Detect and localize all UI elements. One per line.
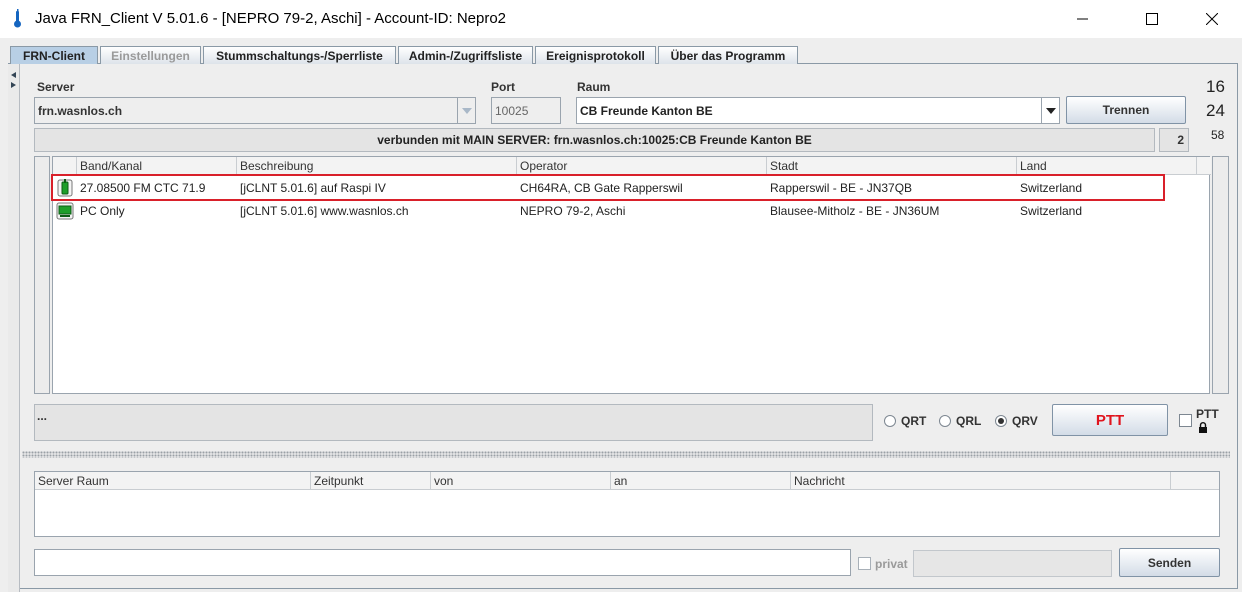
close-icon	[1206, 13, 1218, 25]
radio-qrv-circle[interactable]	[995, 415, 1007, 427]
counter-middle: 24	[1206, 101, 1225, 120]
private-recipient-field[interactable]	[913, 550, 1112, 577]
column-header-server-room[interactable]: Server Raum	[35, 472, 311, 490]
column-header-to[interactable]: an	[611, 472, 791, 490]
radio-qrv[interactable]: QRV	[995, 414, 1038, 428]
pc-client-icon	[56, 202, 74, 220]
operator-cell: NEPRO 79-2, Aschi	[520, 204, 626, 218]
port-value: 10025	[495, 103, 529, 118]
column-header-city[interactable]: Stadt	[767, 157, 1017, 175]
column-header-band[interactable]: Band/Kanal	[77, 157, 237, 175]
radio-selected-dot	[998, 418, 1004, 424]
minimize-button[interactable]	[1060, 0, 1106, 38]
disconnect-label: Trennen	[1102, 103, 1150, 117]
room-value: CB Freunde Kanton BE	[580, 103, 713, 118]
city-cell: Rapperswil - BE - JN37QB	[770, 181, 913, 195]
maximize-icon	[1146, 13, 1158, 25]
description-cell: [jCLNT 5.01.6] auf Raspi IV	[240, 181, 386, 195]
server-label: Server	[37, 80, 75, 94]
status-box-text: ...	[37, 409, 48, 423]
expand-arrows-icon	[11, 72, 16, 88]
radio-qrt-circle[interactable]	[884, 415, 896, 427]
radio-qrl[interactable]: QRL	[939, 414, 981, 428]
tab-label: Über das Programm	[670, 48, 786, 63]
port-field[interactable]: 10025	[491, 97, 561, 124]
window-title: Java FRN_Client V 5.01.6 - [NEPRO 79-2, …	[35, 10, 507, 27]
lock-icon	[1198, 422, 1208, 433]
tab-stummschaltungs-sperrliste[interactable]: Stummschaltungs-/Sperrliste	[203, 46, 396, 64]
port-label: Port	[491, 80, 515, 94]
column-header-time[interactable]: Zeitpunkt	[311, 472, 431, 490]
disconnect-button[interactable]: Trennen	[1066, 96, 1186, 124]
ptt-lock-label: PTT	[1196, 407, 1219, 421]
country-cell: Switzerland	[1020, 181, 1083, 195]
radio-qrl-label: QRL	[956, 414, 982, 428]
table-row[interactable]: 27.08500 FM CTC 71.9 [jCLNT 5.01.6] auf …	[53, 177, 1197, 199]
tab-label: Stummschaltungs-/Sperrliste	[216, 48, 383, 63]
band-cell: PC Only	[80, 204, 125, 218]
room-dropdown-button[interactable]	[1041, 98, 1059, 123]
connection-status: verbunden mit MAIN SERVER: frn.wasnlos.c…	[34, 128, 1155, 152]
icon-column-header	[53, 157, 77, 175]
column-header-filler	[1171, 472, 1219, 490]
maximize-button[interactable]	[1129, 0, 1175, 38]
private-checkbox[interactable]	[858, 557, 871, 570]
table-left-gutter	[34, 156, 50, 394]
split-handle[interactable]	[8, 64, 20, 592]
table-row[interactable]: PC Only [jCLNT 5.01.6] www.wasnlos.ch NE…	[53, 200, 1197, 222]
messages-table: Server Raum Zeitpunkt von an Nachricht	[34, 471, 1220, 537]
minimize-icon	[1077, 18, 1088, 20]
chevron-down-icon	[1045, 107, 1056, 114]
close-button[interactable]	[1189, 0, 1235, 38]
message-input[interactable]	[34, 549, 851, 576]
server-dropdown-button[interactable]	[457, 98, 475, 123]
column-header-from[interactable]: von	[431, 472, 611, 490]
tab-label: Admin-/Zugriffsliste	[408, 48, 523, 63]
tab-frn-client[interactable]: FRN-Client	[10, 46, 98, 64]
column-header-description[interactable]: Beschreibung	[237, 157, 517, 175]
ptt-button[interactable]: PTT	[1052, 404, 1168, 436]
tab-label: Einstellungen	[111, 48, 190, 63]
server-value: frn.wasnlos.ch	[38, 103, 123, 118]
java-app-icon	[10, 9, 26, 29]
private-label: privat	[875, 557, 908, 571]
tab-einstellungen[interactable]: Einstellungen	[100, 46, 201, 64]
room-label: Raum	[577, 80, 611, 94]
radio-qrt[interactable]: QRT	[884, 414, 926, 428]
band-cell: 27.08500 FM CTC 71.9	[80, 181, 206, 195]
radio-qrl-circle[interactable]	[939, 415, 951, 427]
status-box: ...	[34, 404, 873, 441]
send-button[interactable]: Senden	[1119, 548, 1220, 577]
counter-bottom: 58	[1211, 128, 1225, 142]
gateway-tx-icon	[57, 179, 73, 197]
clients-table: Band/Kanal Beschreibung Operator Stadt L…	[52, 156, 1211, 394]
column-header-country[interactable]: Land	[1017, 157, 1197, 175]
city-cell: Blausee-Mitholz - BE - JN36UM	[770, 204, 940, 218]
operator-cell: CH64RA, CB Gate Rapperswil	[520, 181, 683, 195]
chevron-down-icon	[461, 107, 472, 114]
server-combo[interactable]: frn.wasnlos.ch	[34, 97, 476, 124]
tab-label: FRN-Client	[23, 48, 85, 63]
country-cell: Switzerland	[1020, 204, 1083, 218]
tab-ereignisprotokoll[interactable]: Ereignisprotokoll	[535, 46, 656, 64]
counter-top: 16	[1206, 77, 1225, 96]
room-combo[interactable]: CB Freunde Kanton BE	[576, 97, 1060, 124]
radio-qrt-label: QRT	[901, 414, 927, 428]
table-right-scrollbar[interactable]	[1212, 156, 1229, 394]
ptt-label: PTT	[1095, 411, 1125, 429]
tab-label: Ereignisprotokoll	[546, 48, 645, 63]
tab-ueber-das-programm[interactable]: Über das Programm	[658, 46, 798, 64]
radio-qrv-label: QRV	[1012, 414, 1038, 428]
split-divider[interactable]	[22, 451, 1230, 458]
description-cell: [jCLNT 5.01.6] www.wasnlos.ch	[240, 204, 409, 218]
column-header-operator[interactable]: Operator	[517, 157, 767, 175]
tab-admin-zugriffsliste[interactable]: Admin-/Zugriffsliste	[398, 46, 533, 64]
column-header-filler	[1197, 157, 1211, 175]
connection-status-text: verbunden mit MAIN SERVER: frn.wasnlos.c…	[377, 133, 812, 147]
user-count-value: 2	[1177, 133, 1184, 147]
column-header-message[interactable]: Nachricht	[791, 472, 1171, 490]
user-count: 2	[1159, 128, 1189, 152]
ptt-lock-checkbox[interactable]	[1179, 414, 1192, 427]
send-label: Senden	[1147, 555, 1192, 570]
